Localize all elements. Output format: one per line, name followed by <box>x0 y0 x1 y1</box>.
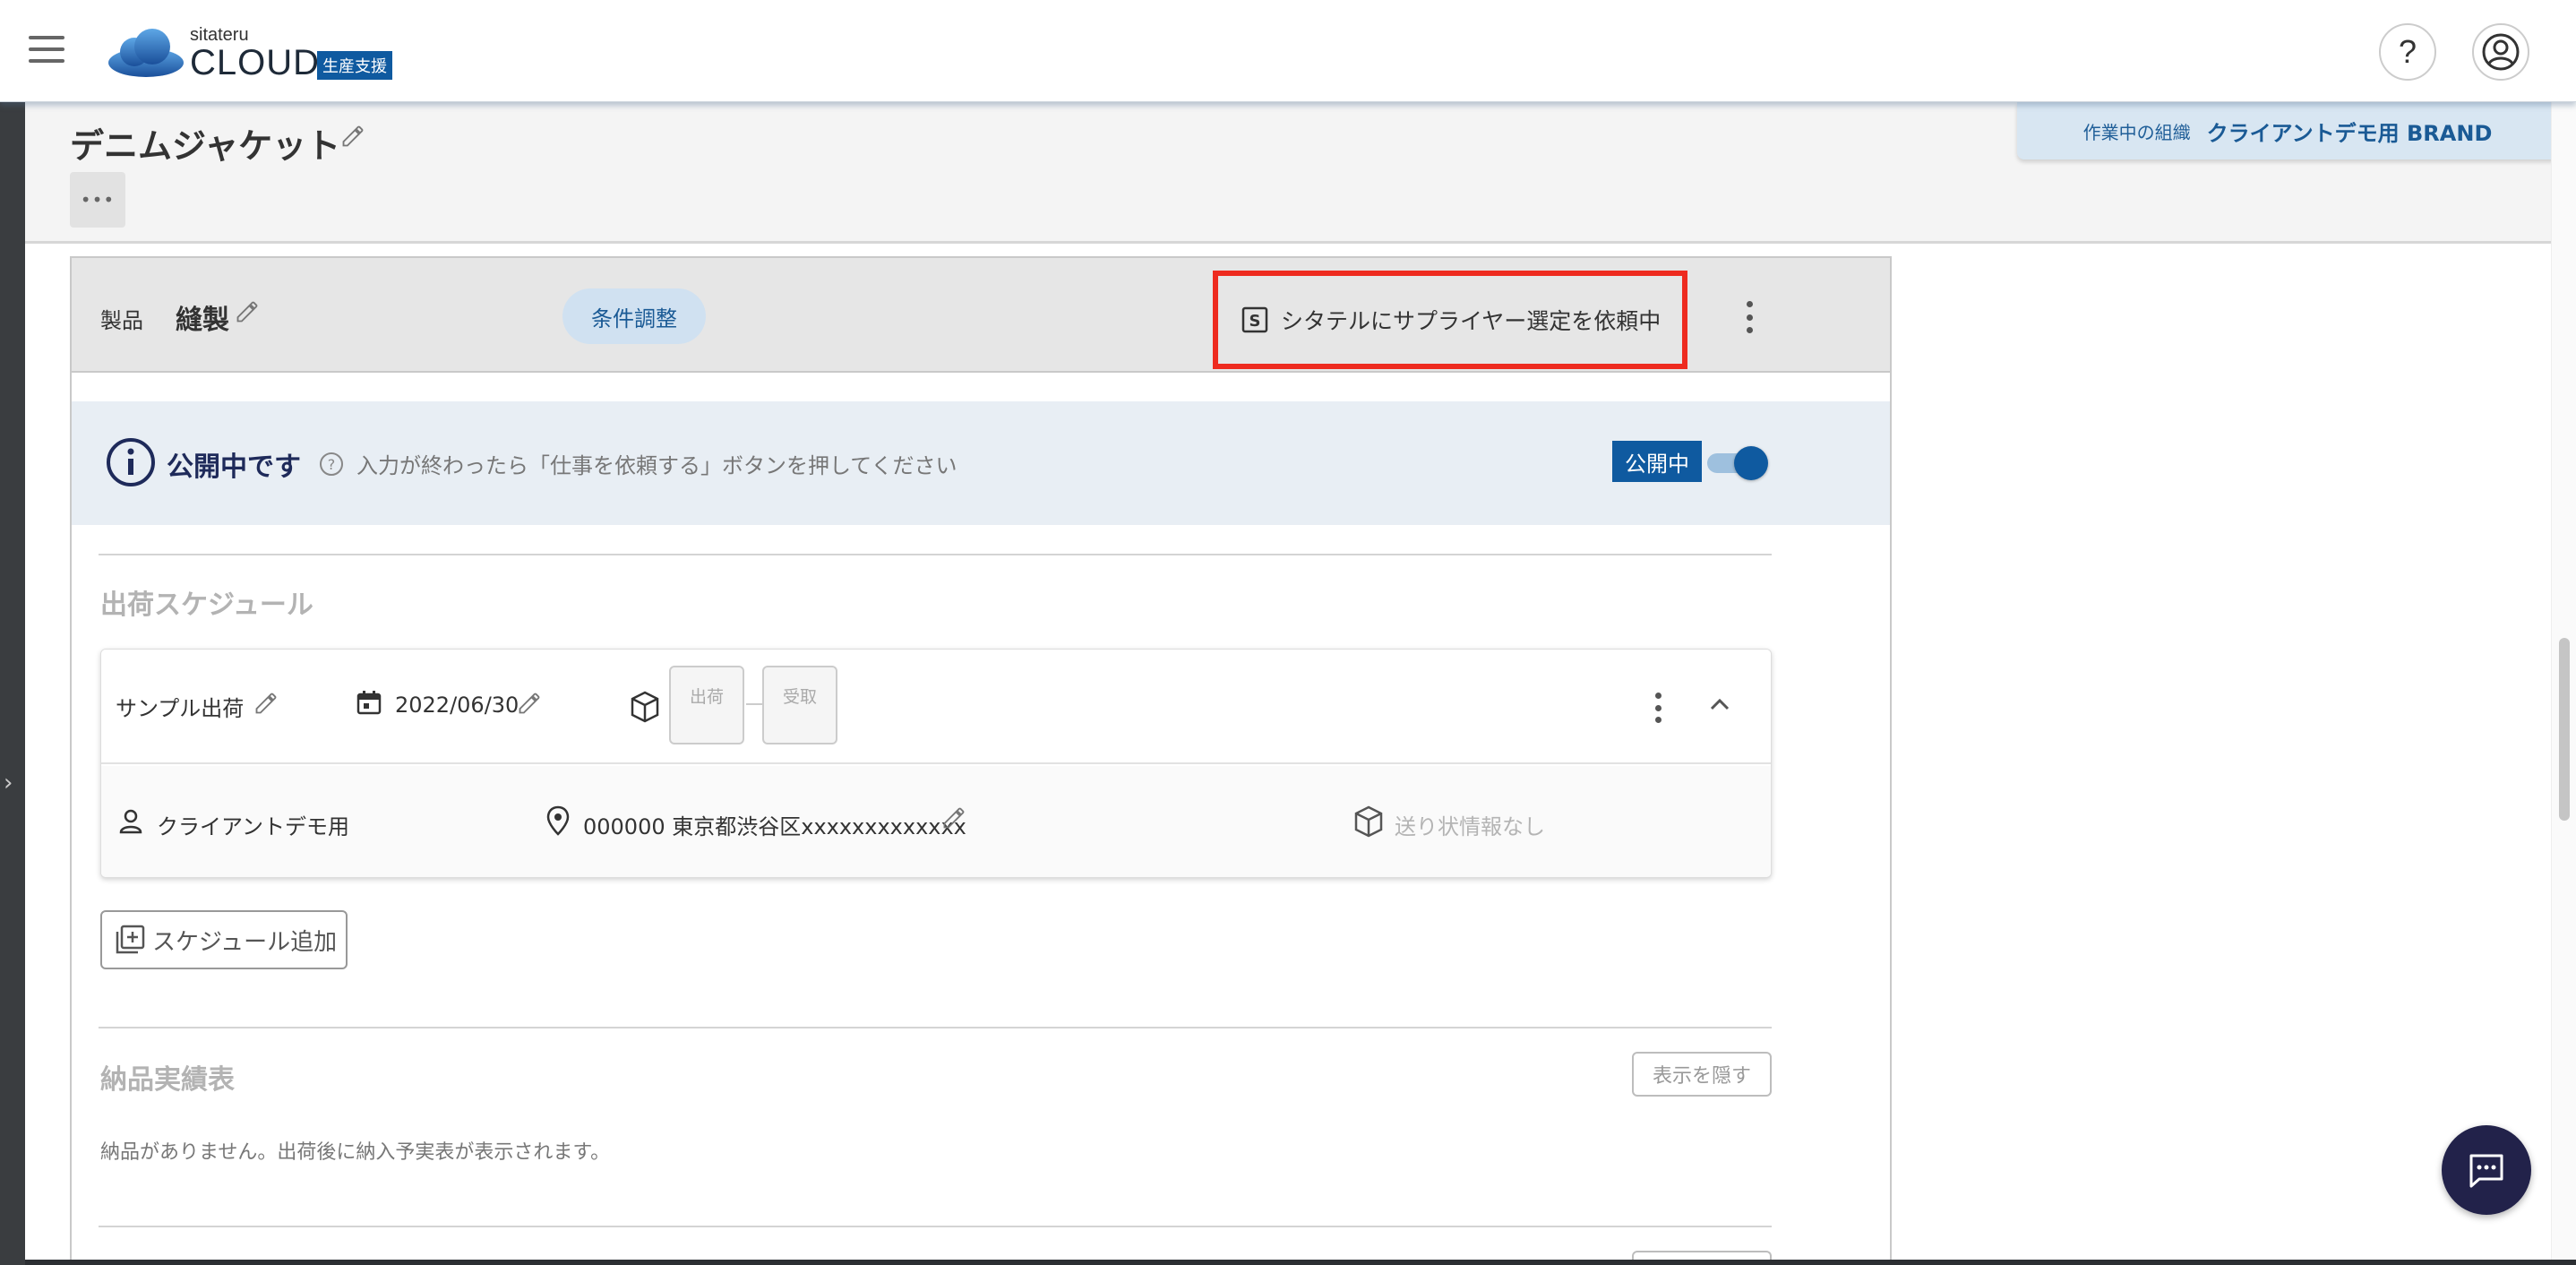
logo-tag: 生産支援 <box>317 51 392 80</box>
step-receive: 受取 <box>762 666 837 744</box>
schedule-name: サンプル出荷 <box>116 696 245 721</box>
tracking-info: 送り状情報なし <box>1395 814 1545 839</box>
schedule-menu-icon[interactable] <box>1649 693 1667 723</box>
chat-icon <box>2469 1154 2503 1188</box>
empty-delivery-message: 納品がありません。出荷後に納入予実表が表示されます。 <box>100 1141 611 1164</box>
cloud-logo-icon <box>108 29 184 77</box>
add-box-icon <box>116 925 145 954</box>
org-label: 作業中の組織 <box>2082 121 2191 143</box>
published-badge: 公開中 <box>1612 441 1702 482</box>
location-pin-icon <box>546 805 570 836</box>
supplier-selection-status[interactable]: S シタテルにサプライヤー選定を依頼中 <box>1213 271 1687 369</box>
chat-button[interactable] <box>2442 1125 2531 1215</box>
svg-text:S: S <box>1249 312 1261 331</box>
delivery-results-title: 納品実績表 <box>100 1064 235 1096</box>
add-schedule-button[interactable]: スケジュール追加 <box>100 910 348 969</box>
sitateru-s-icon: S <box>1241 306 1268 333</box>
product-name: 縫製 <box>176 305 229 336</box>
status-text: シタテルにサプライヤー選定を依頼中 <box>1281 308 1662 334</box>
package-icon <box>1354 805 1383 838</box>
schedule-date: 2022/06/30 <box>395 693 519 718</box>
publish-notice: 公開中です ? 入力が終わったら「仕事を依頼する」ボタンを押してください 公開中 <box>72 401 1890 525</box>
chevron-up-icon[interactable] <box>1704 689 1735 719</box>
client-name: クライアントデモ用 <box>157 814 350 839</box>
page-title: デニムジャケット <box>70 126 341 166</box>
divider <box>99 1226 1772 1227</box>
account-button[interactable] <box>2472 23 2529 81</box>
notice-text: 入力が終わったら「仕事を依頼する」ボタンを押してください <box>356 453 957 478</box>
edit-address-icon[interactable] <box>941 805 966 830</box>
current-org-badge[interactable]: 作業中の組織 クライアントデモ用 BRAND <box>2017 102 2558 159</box>
bottom-edge <box>0 1260 2576 1265</box>
package-icon <box>631 691 659 723</box>
help-circle-icon[interactable]: ? <box>319 452 344 477</box>
step-ship: 出荷 <box>669 666 744 744</box>
svg-text:?: ? <box>328 456 336 473</box>
more-actions-button[interactable]: ••• <box>70 172 125 228</box>
product-card: 製品 縫製 条件調整 S シタテルにサプライヤー選定を依頼中 公開中です ? 入… <box>70 256 1892 1265</box>
condition-adjust-chip[interactable]: 条件調整 <box>562 288 706 344</box>
divider <box>99 554 1772 555</box>
help-button[interactable]: ? <box>2379 23 2436 81</box>
edit-date-icon[interactable] <box>517 691 542 716</box>
delivery-address: 000000 東京都渋谷区xxxxxxxxxxxxx <box>583 814 966 839</box>
edit-product-icon[interactable] <box>235 299 260 324</box>
add-schedule-label: スケジュール追加 <box>152 928 338 956</box>
edit-title-icon[interactable] <box>340 124 365 149</box>
org-name: クライアントデモ用 BRAND <box>2206 120 2493 146</box>
menu-icon[interactable] <box>29 36 64 65</box>
scrollbar-thumb[interactable] <box>2559 638 2570 821</box>
app-logo[interactable]: sitateru CLOUD 生産支援 <box>107 22 412 84</box>
product-card-header: 製品 縫製 条件調整 S シタテルにサプライヤー選定を依頼中 <box>72 258 1890 373</box>
publish-toggle[interactable] <box>1707 446 1770 480</box>
help-icon: ? <box>2398 33 2417 70</box>
schedule-item-details: クライアントデモ用 000000 東京都渋谷区xxxxxxxxxxxxx 送り状… <box>101 766 1771 877</box>
notice-title: 公開中です <box>167 452 301 483</box>
scrollbar[interactable] <box>2551 102 2576 1265</box>
hide-button[interactable]: 表示を隠す <box>1632 1052 1772 1097</box>
schedule-item: サンプル出荷 2022/06/30 出荷 受取 クライアントデモ用 000000… <box>100 649 1772 878</box>
person-icon <box>119 809 142 834</box>
logo-big-text: CLOUD <box>190 43 321 82</box>
schedule-item-header: サンプル出荷 2022/06/30 出荷 受取 <box>101 650 1771 764</box>
divider <box>99 1027 1772 1028</box>
product-label: 製品 <box>100 308 143 333</box>
card-menu-icon[interactable] <box>1736 297 1763 337</box>
info-icon <box>107 438 155 486</box>
page-header: デニムジャケット ••• 作業中の組織 クライアントデモ用 BRAND <box>25 102 2558 244</box>
top-app-bar: sitateru CLOUD 生産支援 ? <box>0 0 2576 102</box>
shipping-schedule-title: 出荷スケジュール <box>100 589 313 621</box>
calendar-icon <box>356 691 382 715</box>
chevron-right-icon[interactable]: › <box>4 770 13 796</box>
edit-schedule-name-icon[interactable] <box>253 691 279 716</box>
account-icon <box>2482 33 2520 71</box>
left-rail: › <box>0 102 25 1265</box>
